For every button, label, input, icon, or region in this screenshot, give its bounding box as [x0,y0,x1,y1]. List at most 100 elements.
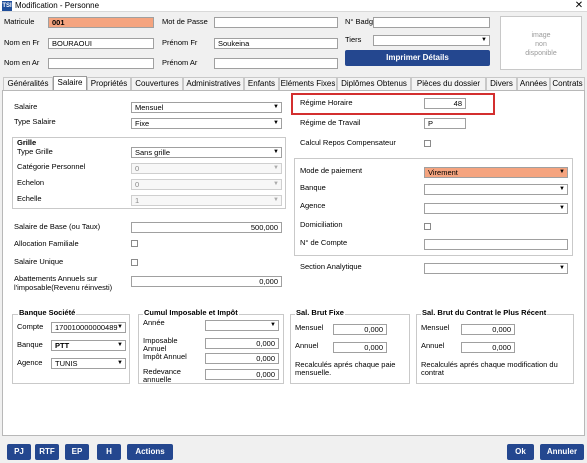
prenom-fr-label: Prénom Fr [162,38,198,47]
chevron-down-icon: ▼ [273,149,279,155]
domiciliation-checkbox[interactable] [424,223,431,230]
banque-select[interactable]: ▼ [424,184,568,195]
echelon-label: Echelon [17,178,45,187]
chevron-down-icon: ▼ [559,169,565,175]
nom-ar-input[interactable] [48,58,154,69]
calcul-repos-label: Calcul Repos Compensateur [300,138,396,147]
annuler-button[interactable]: Annuler [540,444,584,460]
mode-paiement-select[interactable]: Virement ▼ [424,167,568,178]
sal-brut-contrat-annuel-label: Annuel [421,341,445,350]
matricule-input[interactable]: 001 [48,17,154,28]
agence-societe-select[interactable]: TUNIS ▼ [51,358,126,369]
nom-fr-input[interactable]: BOURAOUI [48,38,154,49]
sal-brut-fixe-mensuel-label: Mensuel [295,323,324,332]
chevron-down-icon: ▼ [270,322,276,328]
actions-button[interactable]: Actions [127,444,173,460]
photo-placeholder[interactable]: image non disponible [500,16,582,70]
mot-de-passe-input[interactable] [214,17,338,28]
echelle-select[interactable]: 1 ▼ [131,195,282,206]
tab-annees[interactable]: Années [517,77,550,90]
tab-elements-fixes[interactable]: Eléments Fixes [279,77,337,90]
calcul-repos-checkbox[interactable] [424,140,431,147]
sal-brut-fixe-annuel-input[interactable]: 0,000 [333,342,387,353]
tab-divers[interactable]: Divers [486,77,517,90]
tab-couvertures[interactable]: Couvertures [131,77,183,90]
tab-pieces-dossier[interactable]: Pièces du dossier [411,77,486,90]
tab-proprietes[interactable]: Propriétés [87,77,131,90]
sal-brut-contrat-title: Sal. Brut du Contrat le Plus Récent [421,308,548,318]
chevron-down-icon: ▼ [273,104,279,110]
section-analytique-label: Section Analytique [300,262,362,271]
regime-travail-input[interactable]: P [424,118,466,129]
salaire-base-label: Salaire de Base (ou Taux) [14,222,101,231]
chevron-down-icon: ▼ [117,360,123,366]
type-salaire-label: Type Salaire [14,117,56,126]
sal-brut-fixe-annuel-label: Annuel [295,341,319,350]
chevron-down-icon: ▼ [559,265,565,271]
ep-button[interactable]: EP [65,444,89,460]
agence-label: Agence [300,201,326,210]
n-compte-label: N° de Compte [300,238,348,247]
agence-societe-label: Agence [17,358,43,367]
h-button[interactable]: H [97,444,121,460]
tab-salaire[interactable]: Salaire [53,76,87,90]
chevron-down-icon: ▼ [273,181,279,187]
tab-contrats[interactable]: Contrats [550,77,585,90]
chevron-down-icon: ▼ [273,165,279,171]
annee-select[interactable]: ▼ [205,320,279,331]
sal-brut-fixe-mensuel-input[interactable]: 0,000 [333,324,387,335]
annee-label: Année [143,318,165,327]
pj-button[interactable]: PJ [7,444,31,460]
allocation-familiale-label: Allocation Familiale [14,239,79,248]
abattements-input[interactable]: 0,000 [131,276,282,287]
salaire-select[interactable]: Mensuel ▼ [131,102,282,113]
compte-label: Compte [17,322,44,331]
tab-generalites[interactable]: Généralités [3,77,53,90]
tiers-label: Tiers [345,35,362,44]
echelle-label: Echelle [17,194,42,203]
type-salaire-select[interactable]: Fixe ▼ [131,118,282,129]
chevron-down-icon: ▼ [117,342,123,348]
prenom-ar-label: Prénom Ar [162,58,198,67]
categorie-personnel-select[interactable]: 0 ▼ [131,163,282,174]
tab-enfants[interactable]: Enfants [244,77,279,90]
n-compte-input[interactable] [424,239,568,250]
compte-select[interactable]: 170010000000489 ▼ [51,322,126,333]
impot-input[interactable]: 0,000 [205,353,279,364]
impot-label: Impôt Annuel [143,352,187,361]
sal-brut-contrat-note-2: contrat [421,368,444,377]
section-analytique-select[interactable]: ▼ [424,263,568,274]
salaire-base-input[interactable]: 500,000 [131,222,282,233]
ok-button[interactable]: Ok [507,444,534,460]
n-badge-input[interactable] [373,17,490,28]
abattements-label-2: l'imposable(Revenu réinvesti) [14,283,113,292]
imposable-input[interactable]: 0,000 [205,338,279,349]
app-icon: TSI [2,1,12,11]
tab-administratives[interactable]: Administratives [183,77,244,90]
nom-ar-label: Nom en Ar [4,58,40,67]
salaire-label: Salaire [14,102,38,111]
prenom-ar-input[interactable] [214,58,338,69]
sal-brut-contrat-annuel-input[interactable]: 0,000 [461,342,515,353]
sal-brut-contrat-mensuel-input[interactable]: 0,000 [461,324,515,335]
regime-horaire-input[interactable]: 48 [424,98,466,109]
redevance-input[interactable]: 0,000 [205,369,279,380]
imprimer-details-button[interactable]: Imprimer Détails [345,50,490,66]
allocation-familiale-checkbox[interactable] [131,240,138,247]
photo-placeholder-line: disponible [525,50,557,57]
type-grille-select[interactable]: Sans grille ▼ [131,147,282,158]
salaire-unique-checkbox[interactable] [131,259,138,266]
photo-placeholder-line: image [531,32,551,39]
prenom-fr-input[interactable]: Soukeina [214,38,338,49]
rtf-button[interactable]: RTF [35,444,59,460]
echelon-select[interactable]: 0 ▼ [131,179,282,190]
close-icon[interactable]: ✕ [572,0,586,12]
tiers-select[interactable]: ▼ [373,35,490,46]
domiciliation-label: Domiciliation [300,220,343,229]
redevance-label-2: annuelle [143,375,172,384]
banque-societe-select[interactable]: PTT ▼ [51,340,126,351]
cumul-title: Cumul Imposable et Impôt [143,308,239,318]
chevron-down-icon: ▼ [273,120,279,126]
agence-select[interactable]: ▼ [424,203,568,214]
tab-diplomes-obtenus[interactable]: Diplômes Obtenus [337,77,411,90]
